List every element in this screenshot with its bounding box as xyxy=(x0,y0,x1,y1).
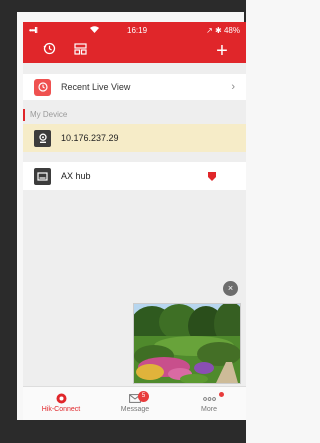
tab-label: Hik-Connect xyxy=(41,406,81,413)
history-icon xyxy=(43,42,56,60)
device-name: AX hub xyxy=(61,171,91,181)
tab-message[interactable]: 5 Message xyxy=(105,391,165,413)
more-icon xyxy=(179,391,239,406)
device-row-2[interactable]: AX hub xyxy=(23,162,246,190)
close-preview-button[interactable]: × xyxy=(223,281,238,296)
status-bar: •••ll 16:19 ↗ ✱ 48% xyxy=(23,22,246,38)
hik-connect-icon xyxy=(31,391,91,406)
tab-more[interactable]: More xyxy=(179,391,239,413)
phone-screen: •••ll 16:19 ↗ ✱ 48% + Recent Live View ›… xyxy=(23,22,246,420)
status-battery: ↗ ✱ 48% xyxy=(206,26,240,35)
status-time: 16:19 xyxy=(127,26,148,35)
layout-button[interactable] xyxy=(70,41,90,61)
toolbar: + xyxy=(23,38,246,63)
envelope-icon xyxy=(105,391,165,406)
message-count-badge: 5 xyxy=(138,391,149,402)
signal-indicator: •••ll xyxy=(29,26,38,35)
hub-device-icon xyxy=(34,167,51,185)
garden-preview-image xyxy=(134,304,240,383)
tab-label: Message xyxy=(120,406,150,413)
chevron-right-icon: › xyxy=(231,81,235,93)
tab-label: More xyxy=(201,406,217,413)
history-button[interactable] xyxy=(39,41,59,61)
app-header: •••ll 16:19 ↗ ✱ 48% + xyxy=(23,22,246,63)
add-device-button[interactable]: + xyxy=(212,40,232,62)
tab-hik-connect[interactable]: Hik-Connect xyxy=(31,391,91,413)
device-bezel-left xyxy=(0,0,17,443)
my-device-header: My Device xyxy=(30,110,68,119)
camera-device-icon xyxy=(34,129,51,147)
recent-live-view-row[interactable]: Recent Live View › xyxy=(23,74,246,100)
recent-live-view-label: Recent Live View xyxy=(61,82,131,92)
device-bezel-bottom xyxy=(0,420,246,443)
bottom-tab-bar: Hik-Connect 5 Message More xyxy=(23,386,246,420)
device-row-1[interactable]: 10.176.237.29 xyxy=(23,124,246,152)
wifi-icon xyxy=(90,25,99,35)
device-name: 10.176.237.29 xyxy=(61,133,119,143)
shield-icon xyxy=(208,172,216,181)
layout-icon xyxy=(73,42,87,60)
live-view-icon xyxy=(34,78,51,96)
device-bezel-top xyxy=(0,0,246,12)
notification-dot xyxy=(219,392,224,397)
floating-live-preview[interactable] xyxy=(133,303,241,384)
